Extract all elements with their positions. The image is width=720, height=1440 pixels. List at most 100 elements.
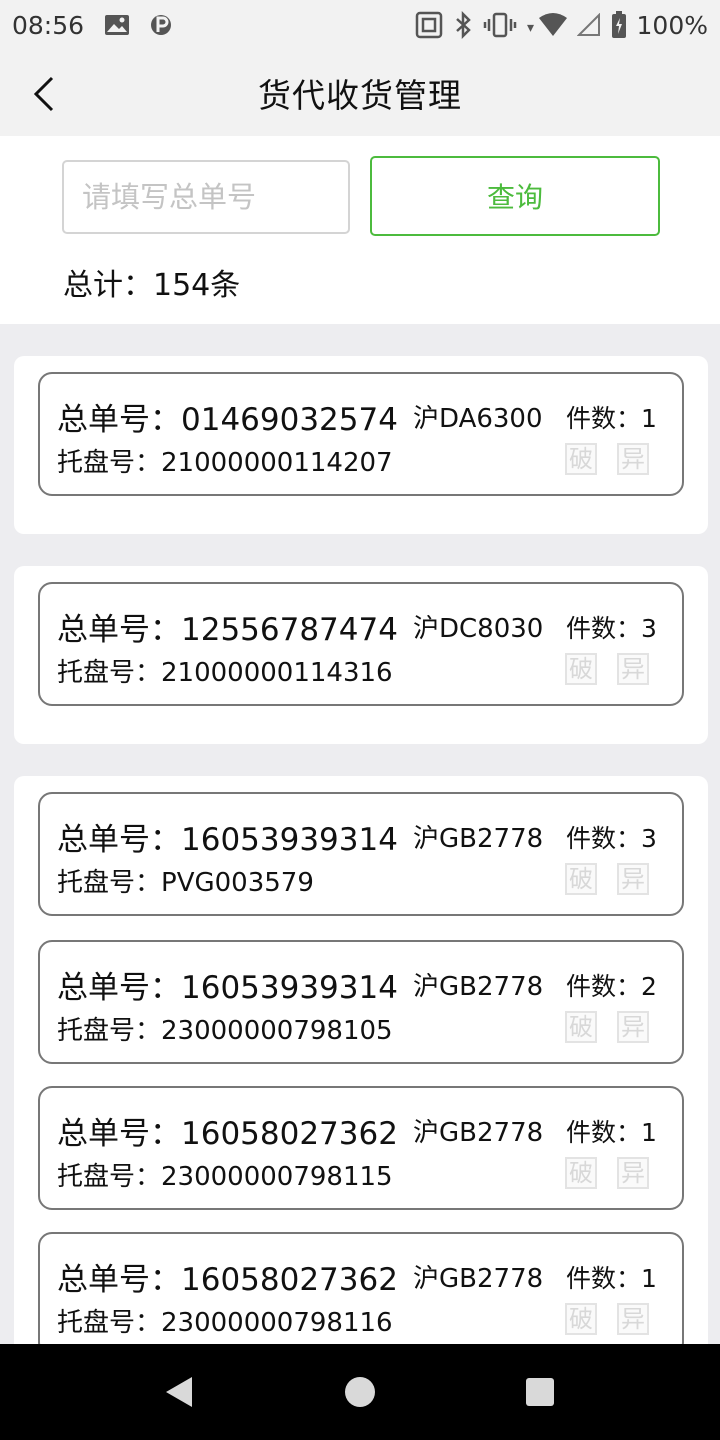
count-value: 3 [641, 824, 657, 853]
plate-number: 沪DA6300 [413, 404, 543, 434]
plate-number: 沪GB2778 [413, 1264, 544, 1294]
search-panel: 查询 总计：154条 [0, 136, 720, 324]
abnormal-tag[interactable]: 异 [617, 863, 649, 895]
pallet-label: 托盘号： [57, 1016, 162, 1046]
page-title: 货代收货管理 [258, 76, 462, 115]
damage-tag[interactable]: 破 [565, 1011, 597, 1043]
count-label: 件数： [566, 404, 642, 433]
main-no-value: 16053939314 [181, 970, 398, 1006]
abnormal-tag[interactable]: 异 [617, 443, 649, 475]
plate-number: 沪GB2778 [413, 1118, 544, 1148]
back-triangle-icon [166, 1377, 192, 1407]
bluetooth-icon [453, 11, 473, 39]
main-no-label: 总单号： [57, 1262, 181, 1298]
abnormal-tag[interactable]: 异 [617, 1157, 649, 1189]
record-group: 总单号：12556787474 沪DC8030 件数：3 托盘号：2100000… [14, 566, 708, 744]
damage-tag[interactable]: 破 [565, 1157, 597, 1189]
record-group: 总单号：16053939314 沪GB2778 件数：3 托盘号：PVG0035… [14, 776, 708, 1344]
main-no-value: 16058027362 [181, 1116, 398, 1152]
pallet-value: PVG003579 [161, 868, 314, 898]
plate-number: 沪GB2778 [413, 824, 544, 854]
system-nav-bar [0, 1344, 720, 1440]
image-icon [104, 14, 130, 36]
abnormal-tag[interactable]: 异 [617, 1011, 649, 1043]
pallet-value: 21000000114316 [161, 658, 393, 688]
plate-number: 沪GB2778 [413, 972, 544, 1002]
abnormal-tag[interactable]: 异 [617, 653, 649, 685]
main-no-search-input[interactable] [62, 160, 350, 234]
back-button[interactable] [26, 74, 62, 114]
nav-home-button[interactable] [342, 1374, 378, 1410]
count-value: 1 [641, 1264, 657, 1293]
damage-tag[interactable]: 破 [565, 1303, 597, 1335]
nav-recents-button[interactable] [522, 1374, 558, 1410]
nav-back-button[interactable] [160, 1374, 196, 1410]
piece-count: 件数：2 [566, 967, 657, 1003]
record-card[interactable]: 总单号：16053939314 沪GB2778 件数：2 托盘号：2300000… [38, 940, 684, 1064]
record-card[interactable]: 总单号：01469032574 沪DA6300 件数：1 托盘号：2100000… [38, 372, 684, 496]
nfc-icon [415, 11, 443, 39]
pallet-label: 托盘号： [57, 658, 162, 688]
count-value: 2 [641, 972, 657, 1001]
svg-text:▾: ▾ [527, 20, 534, 36]
pallet-no: 托盘号：23000000798116 [57, 1302, 393, 1339]
wifi-icon: ▾ [527, 12, 567, 38]
pallet-value: 23000000798105 [161, 1016, 393, 1046]
piece-count: 件数：1 [566, 399, 657, 435]
damage-tag[interactable]: 破 [565, 863, 597, 895]
main-no-value: 16053939314 [181, 822, 398, 858]
record-card[interactable]: 总单号：16053939314 沪GB2778 件数：3 托盘号：PVG0035… [38, 792, 684, 916]
pallet-no: 托盘号：21000000114207 [57, 442, 393, 479]
plate-number: 沪DC8030 [413, 614, 544, 644]
record-card[interactable]: 总单号：16058027362 沪GB2778 件数：1 托盘号：2300000… [38, 1232, 684, 1344]
home-circle-icon [345, 1377, 375, 1407]
pallet-no: 托盘号：23000000798105 [57, 1010, 393, 1047]
count-value: 3 [641, 614, 657, 643]
pallet-value: 21000000114207 [161, 448, 393, 478]
main-no-value: 01469032574 [181, 402, 398, 438]
piece-count: 件数：1 [566, 1113, 657, 1149]
app-header: 货代收货管理 [0, 50, 720, 136]
count-label: 件数： [566, 614, 642, 643]
pallet-value: 23000000798116 [161, 1308, 393, 1338]
main-no-label: 总单号： [57, 402, 181, 438]
pallet-value: 23000000798115 [161, 1162, 393, 1192]
main-no: 总单号：16058027362 [57, 1108, 398, 1153]
record-card[interactable]: 总单号：16058027362 沪GB2778 件数：1 托盘号：2300000… [38, 1086, 684, 1210]
record-list[interactable]: 总单号：01469032574 沪DA6300 件数：1 托盘号：2100000… [0, 324, 720, 1344]
signal-icon [576, 13, 601, 37]
parking-icon [150, 12, 172, 38]
count-label: 件数： [566, 1264, 642, 1293]
query-button[interactable]: 查询 [370, 156, 660, 236]
pallet-label: 托盘号： [57, 1308, 162, 1338]
main-no-value: 16058027362 [181, 1262, 398, 1298]
damage-tag[interactable]: 破 [565, 443, 597, 475]
battery-icon [611, 11, 627, 39]
count-value: 1 [641, 1118, 657, 1147]
main-no: 总单号：12556787474 [57, 604, 398, 649]
piece-count: 件数：3 [566, 819, 657, 855]
main-no: 总单号：01469032574 [57, 394, 398, 439]
pallet-label: 托盘号： [57, 1162, 162, 1192]
record-card[interactable]: 总单号：12556787474 沪DC8030 件数：3 托盘号：2100000… [38, 582, 684, 706]
main-no-value: 12556787474 [181, 612, 398, 648]
pallet-no: 托盘号：21000000114316 [57, 652, 393, 689]
main-no-label: 总单号： [57, 970, 181, 1006]
chevron-left-icon [33, 76, 54, 112]
main-no: 总单号：16058027362 [57, 1254, 398, 1299]
total-count: 总计：154条 [63, 268, 241, 303]
piece-count: 件数：1 [566, 1259, 657, 1295]
count-label: 件数： [566, 1118, 642, 1147]
piece-count: 件数：3 [566, 609, 657, 645]
damage-tag[interactable]: 破 [565, 653, 597, 685]
pallet-label: 托盘号： [57, 448, 162, 478]
main-no: 总单号：16053939314 [57, 962, 398, 1007]
abnormal-tag[interactable]: 异 [617, 1303, 649, 1335]
main-no-label: 总单号： [57, 612, 181, 648]
pallet-label: 托盘号： [57, 868, 162, 898]
record-group: 总单号：01469032574 沪DA6300 件数：1 托盘号：2100000… [14, 356, 708, 534]
count-value: 1 [641, 404, 657, 433]
pallet-no: 托盘号：23000000798115 [57, 1156, 393, 1193]
battery-level: 100% [636, 10, 708, 40]
recents-square-icon [526, 1378, 554, 1406]
